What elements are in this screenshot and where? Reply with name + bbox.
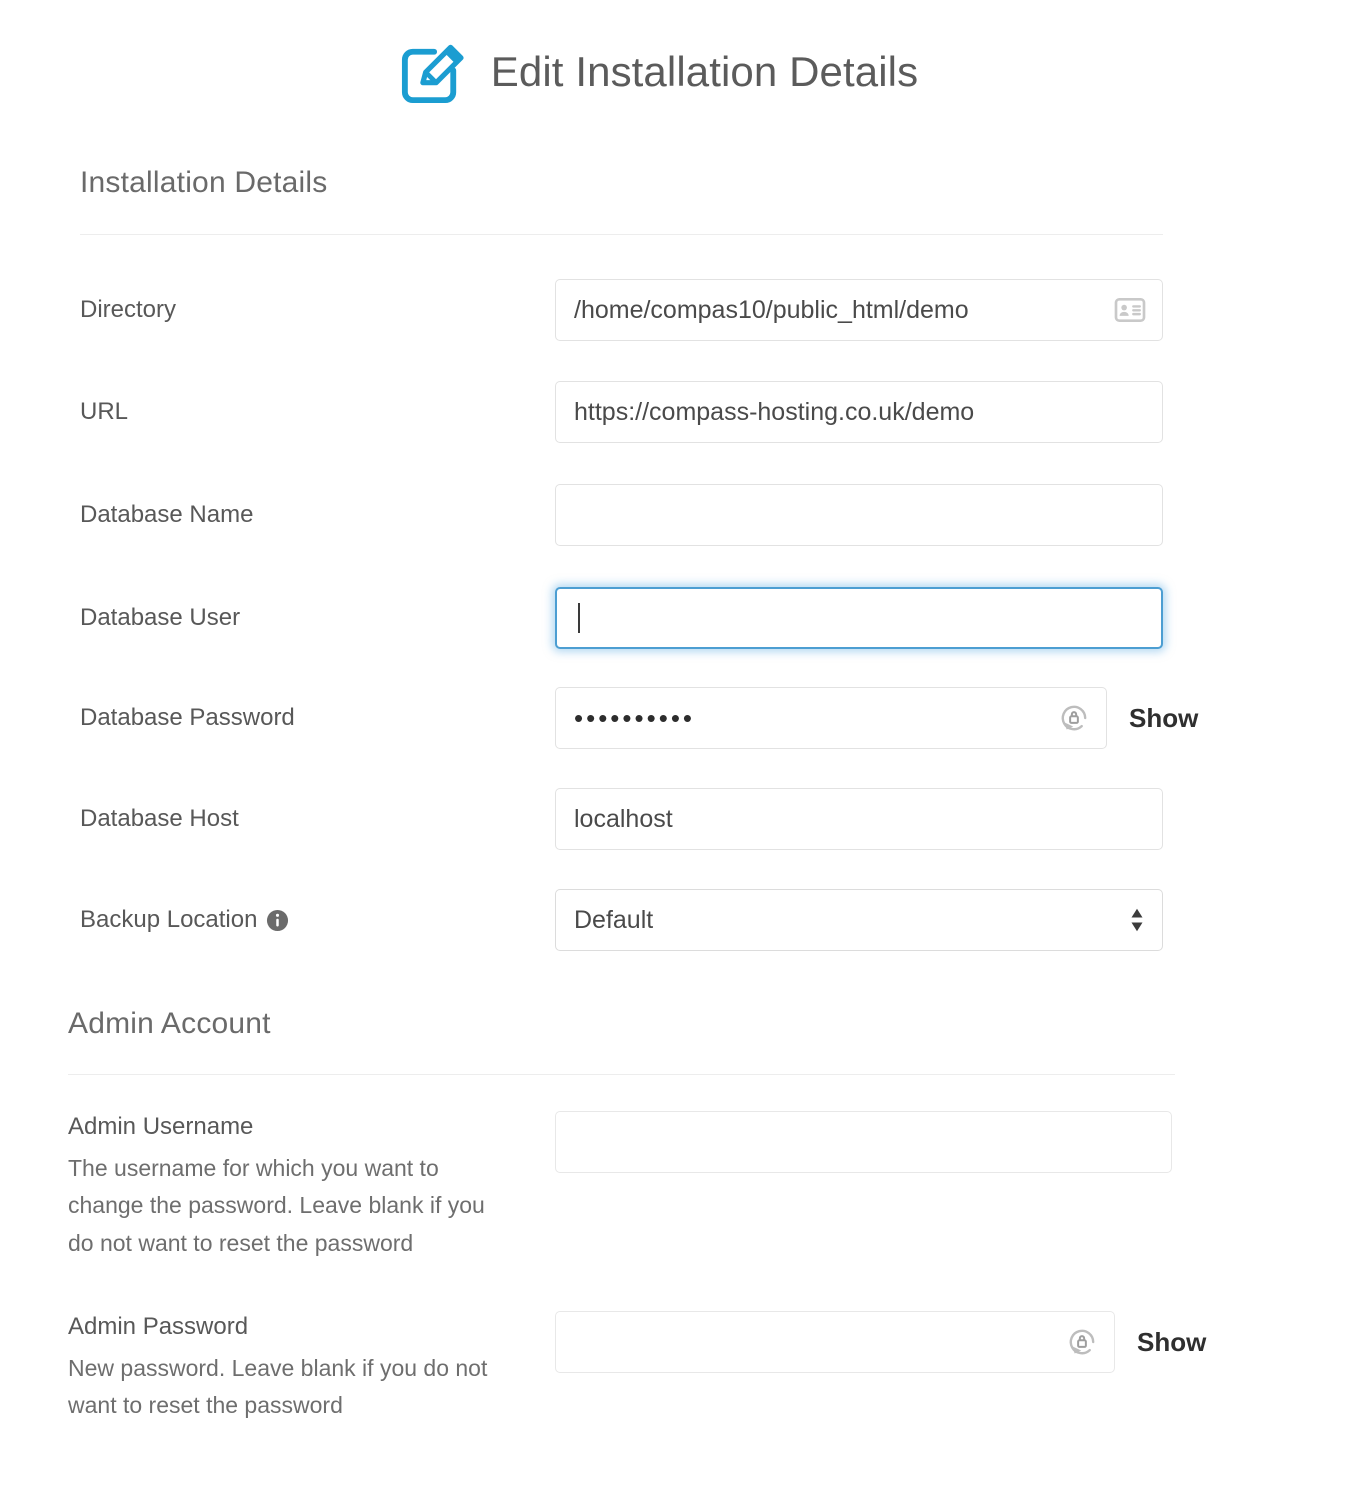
text-caret [578, 603, 580, 633]
page-header: Edit Installation Details [0, 0, 1355, 108]
backup-location-select-value: Default [574, 905, 654, 934]
row-admin-username: Admin Username The username for which yo… [0, 1111, 1355, 1262]
chevron-updown-icon[interactable] [1129, 905, 1145, 935]
database-password-input[interactable]: •••••••••• [555, 687, 1107, 749]
row-database-name: Database Name [0, 484, 1355, 546]
row-database-user: Database User [0, 587, 1355, 649]
control-database-name [555, 484, 1163, 546]
section-divider [80, 234, 1163, 235]
database-password-show-toggle[interactable]: Show [1129, 687, 1198, 749]
control-admin-password: Show [555, 1310, 1206, 1373]
control-admin-username [555, 1111, 1172, 1173]
row-database-password: Database Password •••••••••• Show [0, 687, 1355, 749]
database-password-input-value: •••••••••• [574, 703, 696, 733]
row-directory: Directory /home/compas10/public_html/dem… [0, 279, 1355, 341]
database-user-input[interactable] [555, 587, 1163, 649]
row-admin-password: Admin Password New password. Leave blank… [0, 1310, 1355, 1425]
url-input[interactable]: https://compass-hosting.co.uk/demo [555, 381, 1163, 443]
control-url: https://compass-hosting.co.uk/demo [555, 381, 1163, 443]
admin-account-section: Admin Account Admin Username The usernam… [0, 1007, 1355, 1425]
directory-input-value: /home/compas10/public_html/demo [574, 295, 969, 324]
label-admin-username: Admin Username [68, 1113, 254, 1140]
installation-details-heading: Installation Details [80, 166, 328, 199]
admin-password-input[interactable] [555, 1310, 1115, 1373]
control-directory: /home/compas10/public_html/demo [555, 279, 1163, 341]
label-backup-location: Backup Location [80, 906, 258, 933]
row-backup-location: Backup Location Default [0, 889, 1355, 951]
label-directory: Directory [80, 296, 177, 323]
row-url: URL https://compass-hosting.co.uk/demo [0, 381, 1355, 443]
label-database-name: Database Name [80, 501, 254, 528]
label-url: URL [80, 398, 129, 425]
label-database-password: Database Password [80, 704, 295, 731]
control-database-password: •••••••••• Show [555, 687, 1198, 749]
admin-password-show-toggle[interactable]: Show [1137, 1311, 1206, 1373]
contact-card-icon[interactable] [1114, 294, 1146, 326]
section-divider [68, 1074, 1175, 1075]
database-name-input[interactable] [555, 484, 1163, 546]
info-circle-icon[interactable] [266, 909, 289, 932]
edit-square-pencil-icon [401, 44, 464, 104]
installation-details-section: Installation Details Directory /home/com… [0, 166, 1355, 951]
page-title: Edit Installation Details [490, 48, 919, 95]
admin-username-input[interactable] [555, 1111, 1172, 1173]
label-admin-password: Admin Password [68, 1312, 249, 1340]
label-database-user: Database User [80, 604, 241, 631]
directory-input[interactable]: /home/compas10/public_html/demo [555, 279, 1163, 341]
control-backup-location: Default [555, 889, 1163, 951]
admin-account-heading: Admin Account [68, 1007, 271, 1040]
generate-password-icon[interactable] [1058, 702, 1090, 734]
edit-installation-details-page: Edit Installation Details Installation D… [0, 0, 1355, 1500]
control-database-user [555, 587, 1163, 649]
database-host-input[interactable]: localhost [555, 788, 1163, 850]
help-admin-password: New password. Leave blank if you do not … [68, 1355, 488, 1419]
generate-password-icon[interactable] [1066, 1326, 1098, 1358]
help-admin-username: The username for which you want to chang… [68, 1155, 485, 1256]
control-database-host: localhost [555, 788, 1163, 850]
backup-location-select[interactable]: Default [555, 889, 1163, 951]
url-input-value: https://compass-hosting.co.uk/demo [574, 397, 975, 426]
label-database-host: Database Host [80, 805, 239, 832]
database-host-input-value: localhost [574, 804, 673, 833]
row-database-host: Database Host localhost [0, 788, 1355, 850]
